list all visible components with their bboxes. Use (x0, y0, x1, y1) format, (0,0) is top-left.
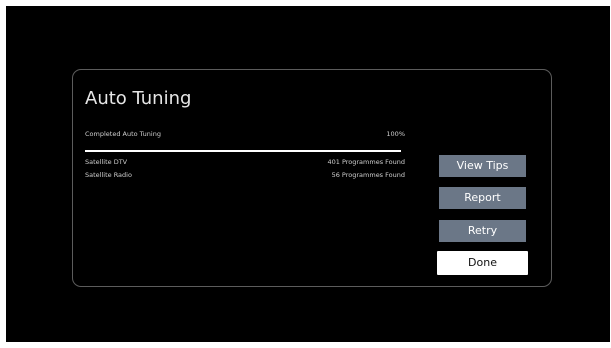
report-button[interactable]: Report (439, 187, 526, 209)
dialog-title: Auto Tuning (85, 88, 192, 109)
retry-button[interactable]: Retry (439, 220, 526, 242)
done-button[interactable]: Done (437, 251, 528, 275)
progress-bar (85, 150, 401, 152)
tv-screen: Auto Tuning Completed Auto Tuning 100% S… (6, 6, 610, 342)
progress-bar-fill (85, 150, 401, 152)
auto-tuning-dialog: Auto Tuning Completed Auto Tuning 100% S… (72, 69, 552, 287)
status-label: Completed Auto Tuning (85, 130, 161, 138)
result-label-satellite-dtv: Satellite DTV (85, 158, 128, 166)
result-value-satellite-dtv: 401 Programmes Found (327, 158, 405, 166)
result-value-satellite-radio: 56 Programmes Found (331, 171, 405, 179)
result-label-satellite-radio: Satellite Radio (85, 171, 132, 179)
view-tips-button[interactable]: View Tips (439, 155, 526, 177)
progress-percent: 100% (386, 130, 405, 138)
